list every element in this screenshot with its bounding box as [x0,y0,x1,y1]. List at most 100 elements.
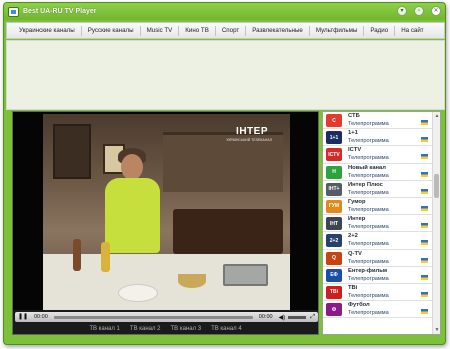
channel-logo-icon: Н [326,165,342,179]
channel-logo-icon: ІНТ+ [326,182,342,196]
channel-schedule-link[interactable]: Телепрограмма [348,190,389,196]
channel-name: Гумор [348,198,366,205]
ukraine-flag-icon [421,188,428,194]
channel-name: Интер Плюс [348,181,383,188]
tab-channel-3[interactable]: ТВ канал 3 [171,326,202,332]
channel-list-item[interactable]: ІНТ Интер Телепрограмма [323,215,440,233]
minimize-button[interactable]: ▾ [397,6,407,16]
window-title: Best UA-RU TV Player [23,8,97,15]
channel-logo-icon: ЕФ [326,268,342,282]
channel-schedule-link[interactable]: Телепрограмма [348,276,389,282]
scroll-down-icon[interactable]: ▼ [433,326,440,334]
scrollbar[interactable]: ▲ ▼ [432,112,440,334]
ukraine-flag-icon [421,309,428,315]
control-bar: ❚❚ 00:00 00:00 ◀) ⤢ [15,312,318,322]
channel-list-item[interactable]: ТВі ТВі Телепрограмма [323,284,440,302]
menu-item-ukrainian[interactable]: Украинские каналы [13,25,82,36]
channel-list-item[interactable]: ЕФ Ентер-фильм Телепрограмма [323,267,440,284]
scene-person-body [105,178,160,253]
player-controls: ❚❚ 00:00 00:00 ◀) ⤢ ТВ канал 1 ТВ канал … [13,310,318,334]
channel-list: С СТБ Телепрограмма 1+1 1+1 Телепрограмма ICTV… [322,111,441,335]
channel-schedule-link[interactable]: Телепрограмма [348,224,389,230]
channel-logo-icon: ICTV [326,148,342,162]
channel-logo-icon: ГУМ [326,199,342,213]
channel-schedule-link[interactable]: Телепрограмма [348,293,389,299]
menu-item-sport[interactable]: Спорт [216,25,247,36]
ukraine-flag-icon [421,223,428,229]
close-button[interactable]: ✕ [431,6,441,16]
ukraine-flag-icon [421,257,428,263]
menu-item-website[interactable]: На сайт [395,26,429,36]
channel-list-item[interactable]: 2+2 2+2 Телепрограмма [323,232,440,250]
menu-item-entertainment[interactable]: Развлекательные [246,25,310,36]
app-window: Best UA-RU TV Player ▾ ▫ ✕ Украинские ка… [3,2,446,345]
channel-logo-icon: Q [326,251,342,265]
channel-schedule-link[interactable]: Телепрограмма [348,241,389,247]
channel-schedule-link[interactable]: Телепрограмма [348,259,389,265]
menu-item-cartoons[interactable]: Мультфильмы [310,25,365,36]
menu-item-music-tv[interactable]: Music TV [141,25,180,36]
tab-channel-1[interactable]: ТВ канал 1 [89,326,120,332]
channel-logo-icon: ІНТ [326,217,342,231]
tab-channel-2[interactable]: ТВ канал 2 [130,326,161,332]
ukraine-flag-icon [421,205,428,211]
pause-icon[interactable]: ❚❚ [18,313,28,321]
volume-icon[interactable]: ◀) [279,314,286,321]
ukraine-flag-icon [421,171,428,177]
menu-item-russian[interactable]: Русские каналы [82,25,141,36]
ukraine-flag-icon [421,137,428,143]
channel-list-item[interactable]: Н Новый канал Телепрограмма [323,164,440,181]
channel-name: 1+1 [348,130,358,137]
channel-name: Интер [348,216,366,223]
ukraine-flag-icon [421,274,428,280]
title-bar[interactable]: Best UA-RU TV Player ▾ ▫ ✕ [4,3,445,20]
ukraine-flag-icon [421,154,428,160]
volume-slider[interactable] [288,315,307,319]
channel-name: Футбол [348,302,370,309]
channel-logo-icon: Ф [326,303,342,317]
channel-list-item[interactable]: ІНТ+ Интер Плюс Телепрограмма [323,181,440,198]
menu-item-radio[interactable]: Радио [364,25,396,36]
time-total: 00:00 [258,314,273,320]
channel-logo-icon: 2+2 [326,234,342,248]
channel-list-item[interactable]: 1+1 1+1 Телепрограмма [323,129,440,147]
ukraine-flag-icon [421,240,428,246]
scroll-thumb[interactable] [434,174,439,198]
channel-list-item[interactable]: С СТБ Телепрограмма [323,112,440,130]
maximize-button[interactable]: ▫ [414,6,424,16]
channel-schedule-link[interactable]: Телепрограмма [348,138,389,144]
channel-name: ТВі [348,284,358,291]
channel-name: СТБ [348,113,360,119]
channel-list-item[interactable]: Q Q-TV Телепрограмма [323,250,440,267]
seek-bar[interactable] [53,315,253,319]
scroll-up-icon[interactable]: ▲ [433,112,440,120]
channel-list-item[interactable]: Ф Футбол Телепрограмма [323,301,440,319]
time-elapsed: 00:00 [34,314,48,320]
channel-watermark-sub: УКРАЇНСЬКИЙ ТЕЛЕКАНАЛ [226,138,272,142]
scene-plate [118,284,158,302]
scene-window [53,124,91,179]
channel-schedule-link[interactable]: Телепрограмма [348,155,389,161]
channel-list-item[interactable]: ГУМ Гумор Телепрограмма [323,198,440,216]
channel-name: Ентер-фильм [348,267,388,274]
channel-name: Новый канал [348,164,386,171]
channel-logo-icon: 1+1 [326,131,342,145]
channel-schedule-link[interactable]: Телепрограмма [348,207,389,213]
menu-item-kino-tv[interactable]: Кино ТВ [179,25,216,36]
channel-schedule-link[interactable]: Телепрограмма [348,310,389,316]
video-player: ІНТЕР УКРАЇНСЬКИЙ ТЕЛЕКАНАЛ ❚❚ 00:00 00:… [12,111,319,335]
scene-bottle [73,239,81,271]
scene-bowl [178,274,206,288]
channel-schedule-link[interactable]: Телепрограмма [348,173,389,179]
channel-name: Q-TV [348,250,362,257]
ukraine-flag-icon [421,291,428,297]
channel-name: 2+2 [348,233,358,240]
ukraine-flag-icon [421,120,428,125]
category-menu: Украинские каналы Русские каналы Music T… [6,22,445,39]
channel-name: ICTV [348,147,362,154]
tab-channel-4[interactable]: ТВ канал 4 [211,326,242,332]
channel-list-item[interactable]: ICTV ICTV Телепрограмма [323,146,440,164]
channel-schedule-link[interactable]: Телепрограмма [348,121,389,127]
fullscreen-icon[interactable]: ⤢ [310,314,315,321]
video-frame[interactable]: ІНТЕР УКРАЇНСЬКИЙ ТЕЛЕКАНАЛ [43,114,290,310]
